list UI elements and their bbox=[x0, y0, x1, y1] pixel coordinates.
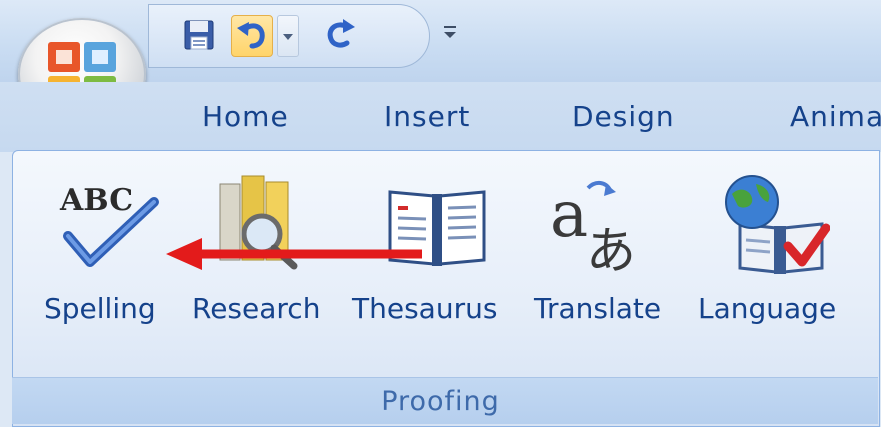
undo-icon bbox=[237, 22, 265, 49]
tab-animations[interactable]: Anima bbox=[790, 100, 881, 133]
language-globe-book-icon bbox=[725, 175, 830, 274]
tab-insert[interactable]: Insert bbox=[384, 100, 470, 133]
redo-icon bbox=[327, 19, 355, 48]
quick-access-toolbar bbox=[148, 4, 430, 68]
svg-text:a: a bbox=[550, 178, 588, 252]
spelling-button[interactable]: Spelling bbox=[44, 292, 156, 325]
proofing-group-label: Proofing bbox=[381, 386, 500, 417]
thesaurus-button[interactable]: Thesaurus bbox=[352, 292, 497, 325]
svg-text:ABC: ABC bbox=[59, 183, 133, 218]
translate-a-to-japanese-icon: a あ bbox=[550, 178, 636, 274]
save-icon bbox=[184, 20, 214, 50]
customize-quick-access-button[interactable] bbox=[438, 18, 462, 48]
undo-dropdown-button[interactable] bbox=[277, 15, 299, 57]
customize-dropdown-icon bbox=[444, 26, 456, 38]
annotation-arrow bbox=[166, 238, 422, 270]
redo-button[interactable] bbox=[321, 15, 361, 55]
language-button[interactable]: Language bbox=[698, 292, 836, 325]
tab-design[interactable]: Design bbox=[572, 100, 675, 133]
svg-text:あ: あ bbox=[586, 222, 636, 274]
tab-home[interactable]: Home bbox=[202, 100, 289, 133]
research-button[interactable]: Research bbox=[192, 292, 320, 325]
save-button[interactable] bbox=[179, 15, 219, 55]
translate-button[interactable]: Translate bbox=[534, 292, 661, 325]
undo-button[interactable] bbox=[231, 15, 273, 57]
ribbon-tab-bar: Home Insert Design Anima bbox=[0, 82, 881, 152]
spelling-abc-check-icon: ABC bbox=[59, 183, 159, 267]
chevron-down-icon bbox=[283, 34, 293, 40]
